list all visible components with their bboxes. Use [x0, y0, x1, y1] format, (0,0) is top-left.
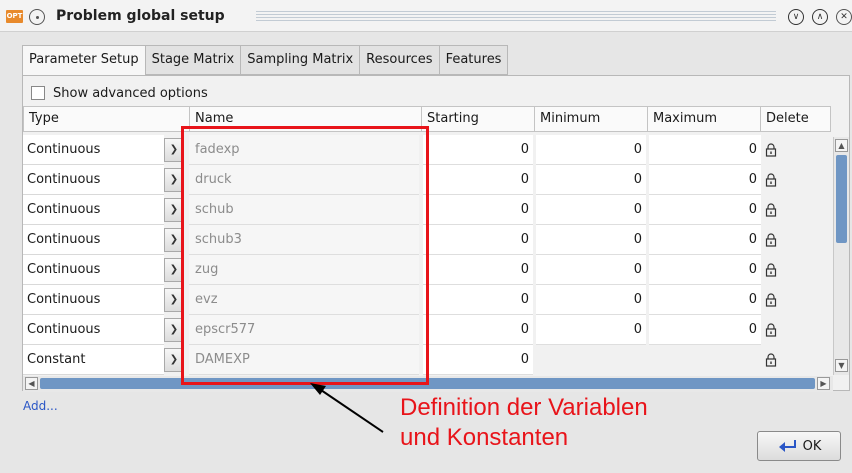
title-bar-decoration: [256, 11, 776, 21]
return-arrow-icon: [778, 440, 796, 452]
minimum-field[interactable]: 0: [536, 195, 646, 225]
type-select[interactable]: Continuous: [23, 165, 164, 195]
maximum-field[interactable]: 0: [649, 135, 761, 165]
column-header-delete[interactable]: Delete: [761, 106, 831, 132]
type-select[interactable]: Continuous: [23, 195, 164, 225]
ok-button[interactable]: OK: [757, 431, 841, 461]
annotation-line-2: und Konstanten: [400, 424, 569, 451]
window-menu-icon[interactable]: [29, 9, 45, 25]
lock-icon[interactable]: [765, 263, 777, 277]
starting-field[interactable]: 0: [423, 195, 533, 225]
type-select[interactable]: Constant: [23, 345, 164, 375]
scroll-up-icon[interactable]: ▲: [835, 139, 848, 152]
tab-resources[interactable]: Resources: [360, 45, 440, 75]
ok-button-label: OK: [802, 438, 822, 454]
close-icon[interactable]: ✕: [836, 9, 852, 25]
column-header-type[interactable]: Type: [23, 106, 190, 132]
minimum-field[interactable]: 0: [536, 315, 646, 345]
maximum-field[interactable]: 0: [649, 315, 761, 345]
maximize-icon[interactable]: ∧: [812, 9, 828, 25]
annotation-highlight-box: [181, 126, 429, 385]
lock-icon[interactable]: [765, 353, 777, 367]
window-title: Problem global setup: [56, 8, 225, 24]
vertical-scroll-thumb[interactable]: [836, 155, 847, 243]
tab-bar: Parameter Setup Stage Matrix Sampling Ma…: [22, 45, 509, 76]
scroll-left-icon[interactable]: ◀: [25, 377, 38, 390]
lock-icon[interactable]: [765, 233, 777, 247]
minimum-field[interactable]: 0: [536, 135, 646, 165]
type-select[interactable]: Continuous: [23, 135, 164, 165]
scroll-right-icon[interactable]: ▶: [817, 377, 830, 390]
lock-icon[interactable]: [765, 143, 777, 157]
lock-icon[interactable]: [765, 173, 777, 187]
tab-features[interactable]: Features: [439, 45, 509, 75]
dialog-window: OPT Problem global setup ∨ ∧ ✕ Parameter…: [0, 0, 852, 473]
maximum-field[interactable]: 0: [649, 195, 761, 225]
annotation-text: Definition der Variablen und Konstanten: [400, 393, 648, 453]
scroll-down-icon[interactable]: ▼: [835, 359, 848, 372]
tab-parameter-setup[interactable]: Parameter Setup: [22, 45, 146, 76]
minimum-field[interactable]: 0: [536, 225, 646, 255]
tab-sampling-matrix[interactable]: Sampling Matrix: [241, 45, 361, 75]
lock-icon[interactable]: [765, 293, 777, 307]
lock-icon[interactable]: [765, 323, 777, 337]
table-header: Type Name Starting Minimum Maximum Delet…: [23, 106, 851, 132]
show-advanced-label: Show advanced options: [53, 85, 208, 101]
minimum-field[interactable]: 0: [536, 255, 646, 285]
type-select[interactable]: Continuous: [23, 315, 164, 345]
column-header-maximum[interactable]: Maximum: [648, 106, 761, 132]
maximum-field[interactable]: 0: [649, 285, 761, 315]
tab-stage-matrix[interactable]: Stage Matrix: [145, 45, 242, 75]
show-advanced-option[interactable]: Show advanced options: [31, 84, 208, 102]
maximum-field[interactable]: 0: [649, 225, 761, 255]
starting-field[interactable]: 0: [423, 255, 533, 285]
starting-field[interactable]: 0: [423, 345, 533, 375]
show-advanced-checkbox[interactable]: [31, 86, 45, 100]
starting-field[interactable]: 0: [423, 165, 533, 195]
lock-icon[interactable]: [765, 203, 777, 217]
maximum-field[interactable]: 0: [649, 165, 761, 195]
minimize-icon[interactable]: ∨: [788, 9, 804, 25]
minimum-field[interactable]: 0: [536, 285, 646, 315]
maximum-field[interactable]: 0: [649, 255, 761, 285]
vertical-scrollbar[interactable]: ▲ ▼: [833, 137, 849, 375]
type-select[interactable]: Continuous: [23, 285, 164, 315]
starting-field[interactable]: 0: [423, 135, 533, 165]
add-parameter-link[interactable]: Add...: [23, 399, 58, 413]
type-select[interactable]: Continuous: [23, 225, 164, 255]
starting-field[interactable]: 0: [423, 225, 533, 255]
starting-field[interactable]: 0: [423, 315, 533, 345]
column-header-starting[interactable]: Starting: [422, 106, 535, 132]
app-icon: OPT: [6, 10, 23, 23]
annotation-line-1: Definition der Variablen: [400, 394, 648, 421]
minimum-field[interactable]: 0: [536, 165, 646, 195]
type-select[interactable]: Continuous: [23, 255, 164, 285]
column-header-minimum[interactable]: Minimum: [535, 106, 648, 132]
title-bar: OPT Problem global setup ∨ ∧ ✕: [0, 0, 852, 32]
starting-field[interactable]: 0: [423, 285, 533, 315]
